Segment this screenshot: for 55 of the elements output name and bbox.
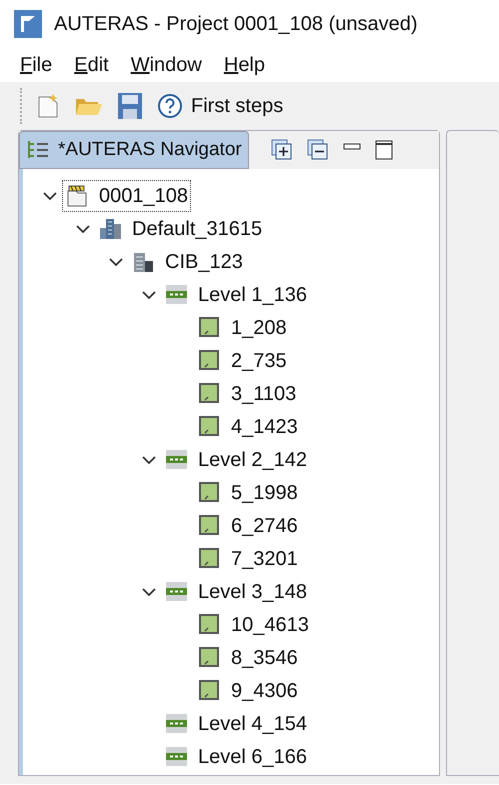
- menu-item[interactable]: File: [20, 50, 52, 80]
- tree-item[interactable]: 10_4613: [195, 610, 311, 640]
- chevron-icon[interactable]: [43, 190, 57, 200]
- tree-icon: [26, 139, 50, 161]
- chevron-icon[interactable]: [142, 454, 156, 464]
- tree-item[interactable]: Level 2_142: [162, 444, 309, 474]
- room-icon: [197, 414, 222, 439]
- floor-icon: [164, 447, 189, 472]
- tree-item[interactable]: 9_4306: [195, 676, 300, 706]
- tree-item[interactable]: 4_1423: [195, 412, 300, 442]
- floor-icon: [164, 711, 189, 736]
- buildings-icon: [98, 216, 123, 241]
- room-icon: [197, 645, 222, 670]
- tree-item[interactable]: 1_208: [195, 312, 289, 342]
- expand-all-icon[interactable]: [270, 139, 293, 161]
- tree-item[interactable]: Level 6_166: [162, 742, 309, 772]
- floor-icon: [164, 579, 189, 604]
- collapse-all-icon[interactable]: [306, 139, 329, 161]
- tree-item[interactable]: 8_3546: [195, 642, 300, 672]
- menu-item[interactable]: Window: [130, 50, 202, 80]
- navigator-tab[interactable]: *AUTERAS Navigator: [19, 131, 249, 169]
- tree-item[interactable]: 5_1998: [195, 478, 300, 508]
- tree-item[interactable]: Level 3_148: [162, 576, 309, 606]
- room-icon: [197, 546, 222, 571]
- window-title: AUTERAS - Project 0001_108 (unsaved): [54, 12, 418, 37]
- first-steps-button[interactable]: First steps: [157, 91, 284, 121]
- chevron-icon[interactable]: [142, 586, 156, 596]
- room-icon: [197, 348, 222, 373]
- chevron-icon[interactable]: [76, 224, 90, 234]
- maximize-icon[interactable]: [374, 140, 393, 160]
- tree-item[interactable]: 7_3201: [195, 544, 300, 574]
- menu-item[interactable]: Edit: [74, 50, 109, 80]
- room-icon: [197, 480, 222, 505]
- menu-item[interactable]: Help: [224, 50, 266, 80]
- tree-item[interactable]: CIB_123: [129, 246, 245, 276]
- help-icon: [157, 93, 183, 119]
- floor-icon: [164, 282, 189, 307]
- tab-title: *AUTERAS Navigator: [58, 138, 242, 162]
- room-icon: [197, 678, 222, 703]
- tree-item[interactable]: 0001_108: [63, 180, 190, 210]
- tree-item[interactable]: 6_2746: [195, 510, 300, 540]
- tree-item[interactable]: 3_1103: [195, 378, 298, 408]
- room-icon: [197, 381, 222, 406]
- room-icon: [197, 612, 222, 637]
- app-logo-icon: [14, 10, 42, 38]
- floor-icon: [164, 744, 189, 769]
- tree-item[interactable]: 2_735: [195, 346, 289, 376]
- tree-item[interactable]: Default_31615: [96, 214, 264, 244]
- chevron-icon[interactable]: [109, 256, 123, 266]
- chevron-icon[interactable]: [142, 290, 156, 300]
- room-icon: [197, 315, 222, 340]
- tree-item[interactable]: Level 1_136: [162, 280, 309, 310]
- save-icon[interactable]: [117, 92, 143, 120]
- tree-item[interactable]: Level 4_154: [162, 708, 309, 738]
- room-icon: [197, 513, 222, 538]
